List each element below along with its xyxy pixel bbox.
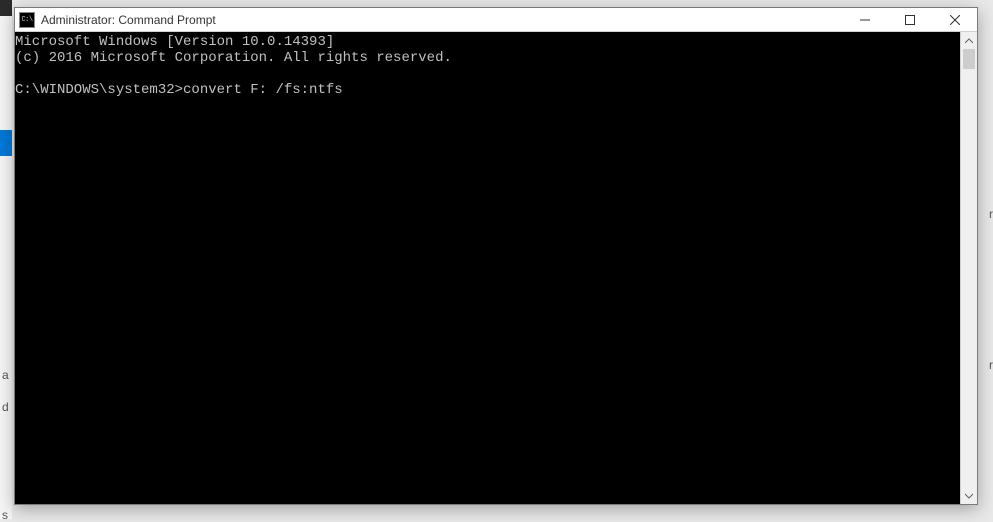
vertical-scrollbar[interactable] <box>960 32 977 504</box>
close-icon <box>950 15 960 25</box>
scroll-thumb[interactable] <box>963 49 975 69</box>
chevron-up-icon <box>965 38 973 44</box>
window-controls <box>842 8 977 31</box>
console-line: Microsoft Windows [Version 10.0.14393] <box>15 34 334 50</box>
minimize-icon <box>860 15 870 25</box>
bg-text: s <box>2 508 993 522</box>
scroll-down-button[interactable] <box>961 487 977 504</box>
maximize-button[interactable] <box>887 8 932 31</box>
console-area: Microsoft Windows [Version 10.0.14393] (… <box>15 32 977 504</box>
console-output[interactable]: Microsoft Windows [Version 10.0.14393] (… <box>15 32 960 504</box>
console-prompt: C:\WINDOWS\system32> <box>15 82 183 98</box>
chevron-down-icon <box>965 493 973 499</box>
cmd-icon: C:\ <box>19 12 35 28</box>
bg-text: r <box>989 207 993 221</box>
window-title: Administrator: Command Prompt <box>41 13 842 27</box>
maximize-icon <box>905 15 915 25</box>
console-line: (c) 2016 Microsoft Corporation. All righ… <box>15 50 452 66</box>
titlebar[interactable]: C:\ Administrator: Command Prompt <box>15 8 977 32</box>
command-prompt-window: C:\ Administrator: Command Prompt Micros… <box>14 7 978 505</box>
minimize-button[interactable] <box>842 8 887 31</box>
scroll-track[interactable] <box>961 49 977 487</box>
scroll-up-button[interactable] <box>961 32 977 49</box>
close-button[interactable] <box>932 8 977 31</box>
console-command: convert F: /fs:ntfs <box>183 82 343 98</box>
